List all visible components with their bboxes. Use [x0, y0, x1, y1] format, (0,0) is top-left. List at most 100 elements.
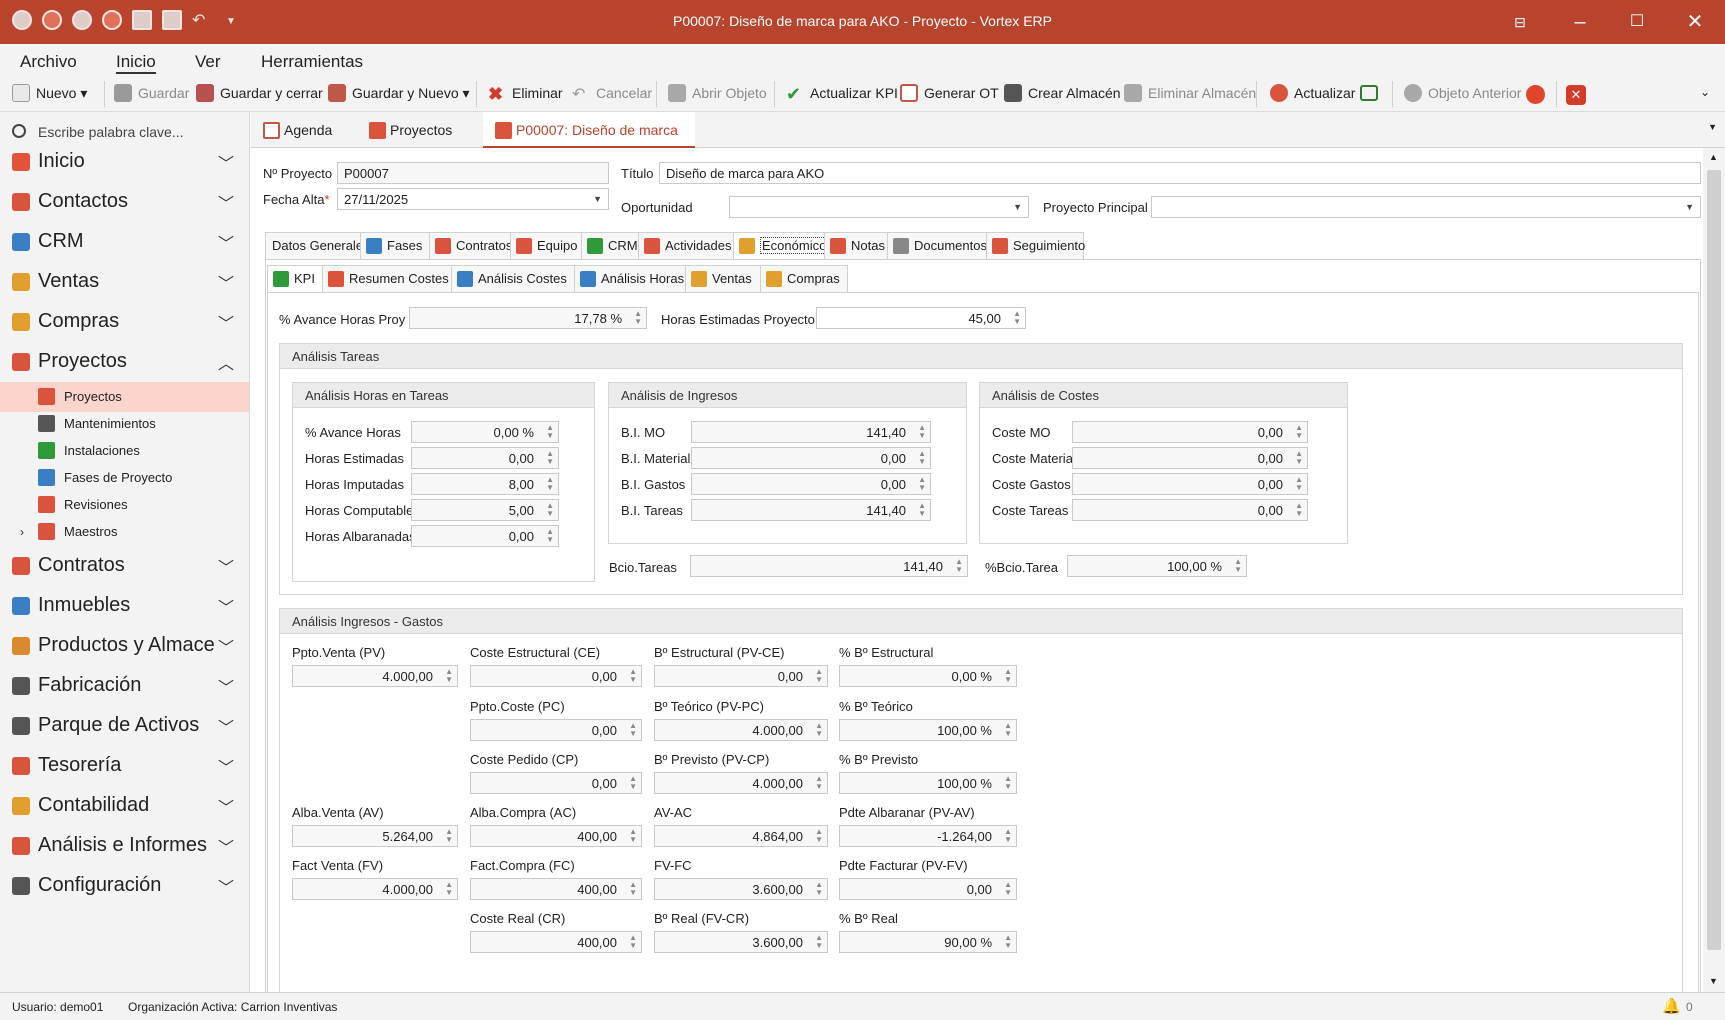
- coste-estructural-ce-field[interactable]: 0,00 ▲ ▼: [470, 665, 642, 687]
- coste-material-field[interactable]: 0,00 ▲ ▼: [1072, 447, 1308, 469]
- avance-horas-proy-field[interactable]: 17,78 % ▲ ▼: [409, 307, 647, 329]
- ppto-coste-pc-field[interactable]: 0,00 ▲ ▼: [470, 719, 642, 741]
- vertical-scrollbar[interactable]: ▲ ▼: [1703, 148, 1725, 992]
- avance-horas-field[interactable]: 0,00 % ▲ ▼: [411, 421, 559, 443]
- spinner-icon[interactable]: ▲ ▼: [1295, 424, 1303, 440]
- menu-ver[interactable]: Ver: [195, 52, 221, 72]
- ribbon-toggle-icon[interactable]: ⊟: [1505, 8, 1535, 36]
- spinner-icon[interactable]: ▲ ▼: [629, 934, 637, 950]
- b-real-fv-cr-field[interactable]: 3.600,00 ▲ ▼: [654, 931, 828, 953]
- coste-mo-field[interactable]: 0,00 ▲ ▼: [1072, 421, 1308, 443]
- proyecto-principal-select[interactable]: ▼: [1151, 196, 1701, 218]
- chevron-down-icon[interactable]: ﹀: [218, 190, 234, 214]
- spinner-icon[interactable]: ▲ ▼: [1004, 934, 1012, 950]
- guardar-cerrar-button[interactable]: Guardar y cerrar: [196, 84, 323, 102]
- crear-almacen-button[interactable]: Crear Almacén: [1004, 84, 1121, 102]
- actualizar-button[interactable]: Actualizar: [1270, 84, 1355, 102]
- nav-fabricacion[interactable]: Fabricación ﹀: [12, 674, 240, 697]
- tab-proyecto-p00007[interactable]: P00007: Diseño de marca para ...✕: [483, 112, 695, 174]
- spinner-icon[interactable]: ▲ ▼: [1295, 502, 1303, 518]
- subtab-compras[interactable]: Compras: [760, 265, 848, 293]
- spinner-icon[interactable]: ▲ ▼: [955, 558, 963, 574]
- nav-tesoreria[interactable]: Tesorería ﹀: [12, 754, 240, 777]
- chevron-down-icon[interactable]: ﹀: [218, 714, 234, 738]
- guardar-button[interactable]: Guardar: [114, 84, 189, 102]
- b-estructural-field[interactable]: 0,00 % ▲ ▼: [839, 665, 1017, 687]
- bell-icon[interactable]: 🔔: [1662, 997, 1681, 1015]
- tab-seguimiento[interactable]: Seguimiento: [986, 232, 1085, 260]
- sidebar-item-proyectos[interactable]: Proyectos: [0, 382, 249, 412]
- coste-real-cr-field[interactable]: 400,00 ▲ ▼: [470, 931, 642, 953]
- subtab-analisis-horas[interactable]: Análisis Horas: [574, 265, 686, 293]
- spinner-icon[interactable]: ▲ ▼: [918, 476, 926, 492]
- chevron-down-icon[interactable]: ﹀: [218, 230, 234, 254]
- b-i-mo-field[interactable]: 141,40 ▲ ▼: [691, 421, 931, 443]
- chevron-down-icon[interactable]: ﹀: [218, 794, 234, 818]
- sidebar-item-mantenimientos[interactable]: Mantenimientos: [0, 409, 249, 439]
- dropdown-icon[interactable]: ▼: [1013, 202, 1022, 212]
- spinner-icon[interactable]: ▲ ▼: [815, 881, 823, 897]
- b-teorico-field[interactable]: 100,00 % ▲ ▼: [839, 719, 1017, 741]
- tab-proyectos[interactable]: Proyectos: [357, 112, 483, 148]
- spinner-icon[interactable]: ▲ ▼: [1295, 476, 1303, 492]
- spinner-icon[interactable]: ▲ ▼: [918, 424, 926, 440]
- chevron-up-icon[interactable]: ︿: [218, 350, 234, 374]
- spinner-icon[interactable]: ▲ ▼: [1295, 450, 1303, 466]
- export-button[interactable]: [1360, 85, 1378, 104]
- spinner-icon[interactable]: ▲ ▼: [546, 450, 554, 466]
- chevron-down-icon[interactable]: ﹀: [218, 270, 234, 294]
- alba-compra-ac-field[interactable]: 400,00 ▲ ▼: [470, 825, 642, 847]
- coste-gastos-field[interactable]: 0,00 ▲ ▼: [1072, 473, 1308, 495]
- sidebar-item-instalaciones[interactable]: Instalaciones: [0, 436, 249, 466]
- spinner-icon[interactable]: ▲ ▼: [629, 722, 637, 738]
- tab-actividades[interactable]: Actividades: [638, 232, 734, 260]
- minimize-button[interactable]: –: [1565, 8, 1595, 36]
- dropdown-icon[interactable]: ▼: [1685, 202, 1694, 212]
- close-form-button[interactable]: ✕: [1566, 85, 1586, 105]
- nav-configuracion[interactable]: Configuración ﹀: [12, 874, 240, 897]
- b-teorico-pv-pc-field[interactable]: 4.000,00 ▲ ▼: [654, 719, 828, 741]
- b-real-field[interactable]: 90,00 % ▲ ▼: [839, 931, 1017, 953]
- chevron-down-icon[interactable]: ﹀: [218, 634, 234, 658]
- tab-equipo[interactable]: Equipo: [510, 232, 582, 260]
- nav-compras[interactable]: Compras ﹀: [12, 310, 240, 333]
- tab-economico[interactable]: Económico: [733, 232, 829, 260]
- fact-compra-fc-field[interactable]: 400,00 ▲ ▼: [470, 878, 642, 900]
- spinner-icon[interactable]: ▲ ▼: [445, 828, 453, 844]
- dropdown-icon[interactable]: ▼: [593, 194, 602, 204]
- nav-parque-de-activos[interactable]: Parque de Activos ﹀: [12, 714, 240, 737]
- av-ac-field[interactable]: 4.864,00 ▲ ▼: [654, 825, 828, 847]
- spinner-icon[interactable]: ▲ ▼: [1004, 828, 1012, 844]
- maximize-button[interactable]: ☐: [1622, 8, 1652, 36]
- tab-contratos[interactable]: Contratos: [429, 232, 512, 260]
- spinner-icon[interactable]: ▲ ▼: [918, 502, 926, 518]
- spinner-icon[interactable]: ▲ ▼: [1004, 881, 1012, 897]
- nav-ventas[interactable]: Ventas ﹀: [12, 270, 240, 293]
- chevron-down-icon[interactable]: ﹀: [218, 834, 234, 858]
- b-previsto-field[interactable]: 100,00 % ▲ ▼: [839, 772, 1017, 794]
- eliminar-button[interactable]: ✖ Eliminar: [488, 84, 563, 104]
- actualizar-kpi-button[interactable]: ✔ Actualizar KPI: [786, 84, 898, 104]
- close-button[interactable]: ✕: [1680, 8, 1710, 36]
- chevron-down-icon[interactable]: ﹀: [218, 310, 234, 334]
- nav-inicio[interactable]: Inicio ﹀: [12, 150, 240, 173]
- spinner-icon[interactable]: ▲ ▼: [815, 828, 823, 844]
- spinner-icon[interactable]: ▲ ▼: [546, 528, 554, 544]
- n-proyecto-field[interactable]: P00007: [337, 162, 609, 184]
- abrir-objeto-button[interactable]: Abrir Objeto: [668, 84, 767, 102]
- spinner-icon[interactable]: ▲ ▼: [445, 668, 453, 684]
- spinner-icon[interactable]: ▲ ▼: [815, 934, 823, 950]
- b-previsto-pv-cp-field[interactable]: 4.000,00 ▲ ▼: [654, 772, 828, 794]
- horas-albaranadas-field[interactable]: 0,00 ▲ ▼: [411, 525, 559, 547]
- subtab-analisis-costes[interactable]: Análisis Costes: [451, 265, 575, 293]
- spinner-icon[interactable]: ▲ ▼: [1004, 668, 1012, 684]
- menu-herramientas[interactable]: Herramientas: [261, 52, 363, 72]
- nav-crm[interactable]: CRM ﹀: [12, 230, 240, 253]
- spinner-icon[interactable]: ▲ ▼: [629, 828, 637, 844]
- sidebar-item-maestros[interactable]: › Maestros: [0, 517, 249, 547]
- b-i-gastos-field[interactable]: 0,00 ▲ ▼: [691, 473, 931, 495]
- b-i-material-field[interactable]: 0,00 ▲ ▼: [691, 447, 931, 469]
- spinner-icon[interactable]: ▲ ▼: [629, 881, 637, 897]
- nav-contratos[interactable]: Contratos ﹀: [12, 554, 240, 577]
- pdte-facturar-pv-fv-field[interactable]: 0,00 ▲ ▼: [839, 878, 1017, 900]
